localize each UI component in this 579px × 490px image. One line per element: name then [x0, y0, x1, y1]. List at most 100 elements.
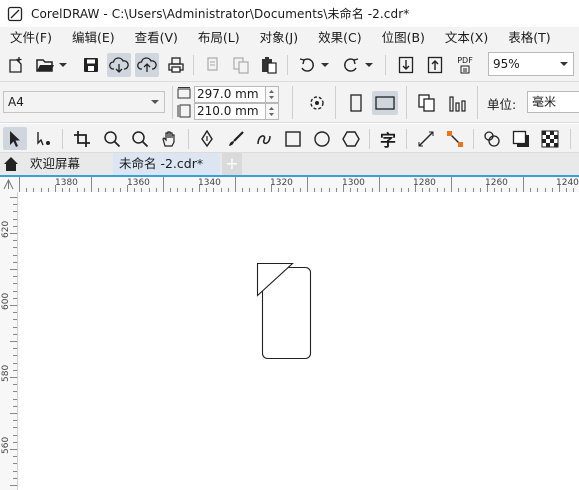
coreldraw-logo-icon [7, 6, 23, 21]
units-value: 毫米 [532, 95, 557, 109]
v-ruler-tick [10, 233, 17, 234]
text-tool-icon[interactable]: 字 [376, 127, 400, 150]
blend-tool-icon[interactable] [480, 127, 504, 150]
v-ruler-tick [13, 434, 17, 436]
v-ruler-tick [10, 485, 17, 486]
copy-icon[interactable] [230, 54, 252, 76]
rectangle-tool-icon[interactable] [281, 127, 305, 150]
home-icon[interactable] [0, 153, 22, 175]
shape-tool-icon[interactable] [32, 127, 56, 150]
portrait-orientation-icon[interactable] [345, 91, 367, 115]
triangle-shape[interactable] [256, 262, 294, 297]
page-size-combo[interactable]: A4 [3, 91, 165, 113]
drawn-shape-group[interactable] [254, 260, 312, 362]
drawing-canvas[interactable] [18, 192, 579, 490]
print-icon[interactable] [165, 54, 187, 76]
v-ruler-tick [13, 240, 17, 242]
v-ruler-tick [10, 269, 17, 270]
ellipse-tool-icon[interactable] [310, 127, 334, 150]
page-size-value: A4 [8, 95, 24, 109]
h-ruler-label: 1340 [198, 178, 221, 188]
v-ruler-label: 580 [1, 364, 11, 382]
v-ruler-label: 560 [1, 436, 11, 454]
tab-welcome-label: 欢迎屏幕 [30, 156, 81, 171]
polygon-tool-icon[interactable] [339, 127, 363, 150]
pan-hand-tool-icon[interactable] [157, 127, 181, 150]
window-title: CorelDRAW - C:\Users\Administrator\Docum… [31, 7, 410, 21]
v-ruler-tick [13, 218, 17, 220]
standard-toolbar: PDF 95% [0, 49, 579, 82]
v-ruler-label: 600 [1, 292, 11, 310]
zoom-tool-icon[interactable] [100, 127, 124, 150]
v-ruler-tick [10, 305, 17, 306]
page-height-spinner[interactable] [266, 103, 279, 120]
artistic-media-tool-icon[interactable] [224, 127, 248, 150]
undo-icon[interactable] [296, 54, 318, 76]
menu-text[interactable]: 文本(X) [435, 27, 498, 49]
undo-dropdown-chevron-down-icon[interactable] [320, 58, 330, 72]
zoom-out-tool-icon[interactable] [128, 127, 152, 150]
zoom-chevron-down-icon[interactable] [555, 53, 573, 75]
pick-tool-icon[interactable] [3, 127, 27, 150]
h-ruler-label: 1280 [413, 178, 436, 188]
save-icon[interactable] [80, 54, 102, 76]
h-ruler-tick [415, 185, 416, 192]
export-icon[interactable] [424, 54, 446, 76]
menu-edit[interactable]: 编辑(E) [62, 27, 125, 49]
menu-view[interactable]: 查看(V) [125, 27, 188, 49]
h-ruler-tick [307, 177, 308, 192]
transparency-tool-icon[interactable] [538, 127, 562, 150]
pen-tool-icon[interactable] [195, 127, 219, 150]
page-height-icon [177, 103, 191, 118]
h-ruler-label: 1360 [127, 178, 150, 188]
menu-file[interactable]: 文件(F) [0, 27, 62, 49]
landscape-orientation-icon[interactable] [372, 91, 398, 115]
page-width-input[interactable]: 297.0 mm [194, 86, 266, 103]
h-ruler-label: 1300 [342, 178, 365, 188]
v-ruler-tick [13, 391, 17, 393]
page-settings-icon[interactable] [305, 91, 329, 115]
ruler-origin-icon[interactable] [3, 178, 14, 190]
current-page-icon[interactable] [446, 91, 470, 115]
menu-object[interactable]: 对象(J) [250, 27, 308, 49]
drop-shadow-tool-icon[interactable] [509, 127, 533, 150]
redo-icon[interactable] [340, 54, 362, 76]
chevron-down-icon[interactable] [58, 58, 68, 72]
cut-icon[interactable] [202, 54, 224, 76]
h-ruler-tick [127, 185, 128, 192]
v-ruler-tick [13, 398, 17, 400]
page-height-input[interactable]: 210.0 mm [194, 103, 266, 120]
open-folder-icon[interactable] [34, 54, 56, 76]
v-ruler-tick [13, 276, 17, 278]
tab-welcome-screen[interactable]: 欢迎屏幕 [24, 153, 112, 175]
menu-bitmaps[interactable]: 位图(B) [372, 27, 435, 49]
new-document-icon[interactable] [5, 54, 27, 76]
crop-tool-icon[interactable] [70, 127, 94, 150]
v-ruler-tick [13, 225, 17, 227]
import-icon[interactable] [395, 54, 417, 76]
units-combo[interactable]: 毫米 [527, 91, 579, 113]
cloud-upload-icon[interactable] [135, 53, 159, 77]
horizontal-ruler[interactable]: 1380 1360 1340 1320 1300 1280 1260 1240 [0, 175, 579, 192]
menu-table[interactable]: 表格(T) [498, 27, 560, 49]
all-pages-icon[interactable] [415, 91, 439, 115]
tab-document-label: 未命名 -2.cdr* [119, 156, 204, 171]
paste-icon[interactable] [258, 54, 280, 76]
h-ruler-label: 1380 [55, 178, 78, 188]
bezier-curve-tool-icon[interactable] [252, 127, 276, 150]
connector-tool-icon[interactable] [443, 127, 467, 150]
page-width-spinner[interactable] [266, 86, 279, 103]
add-tab-button[interactable]: + [222, 153, 242, 175]
h-ruler-tick [19, 177, 20, 192]
cloud-download-icon[interactable] [107, 53, 131, 77]
redo-dropdown-chevron-down-icon[interactable] [364, 58, 374, 72]
page-size-chevron-down-icon[interactable] [146, 92, 164, 112]
tab-document[interactable]: 未命名 -2.cdr* [113, 153, 220, 175]
publish-pdf-icon[interactable]: PDF [452, 53, 478, 77]
menu-layout[interactable]: 布局(L) [188, 27, 250, 49]
zoom-level-combo[interactable]: 95% [488, 52, 574, 76]
vertical-ruler[interactable]: 620 600 580 560 [0, 192, 18, 490]
menu-effects[interactable]: 效果(C) [308, 27, 371, 49]
menu-bar: 文件(F) 编辑(E) 查看(V) 布局(L) 对象(J) 效果(C) 位图(B… [0, 27, 579, 49]
parallel-dimension-tool-icon[interactable] [414, 127, 438, 150]
